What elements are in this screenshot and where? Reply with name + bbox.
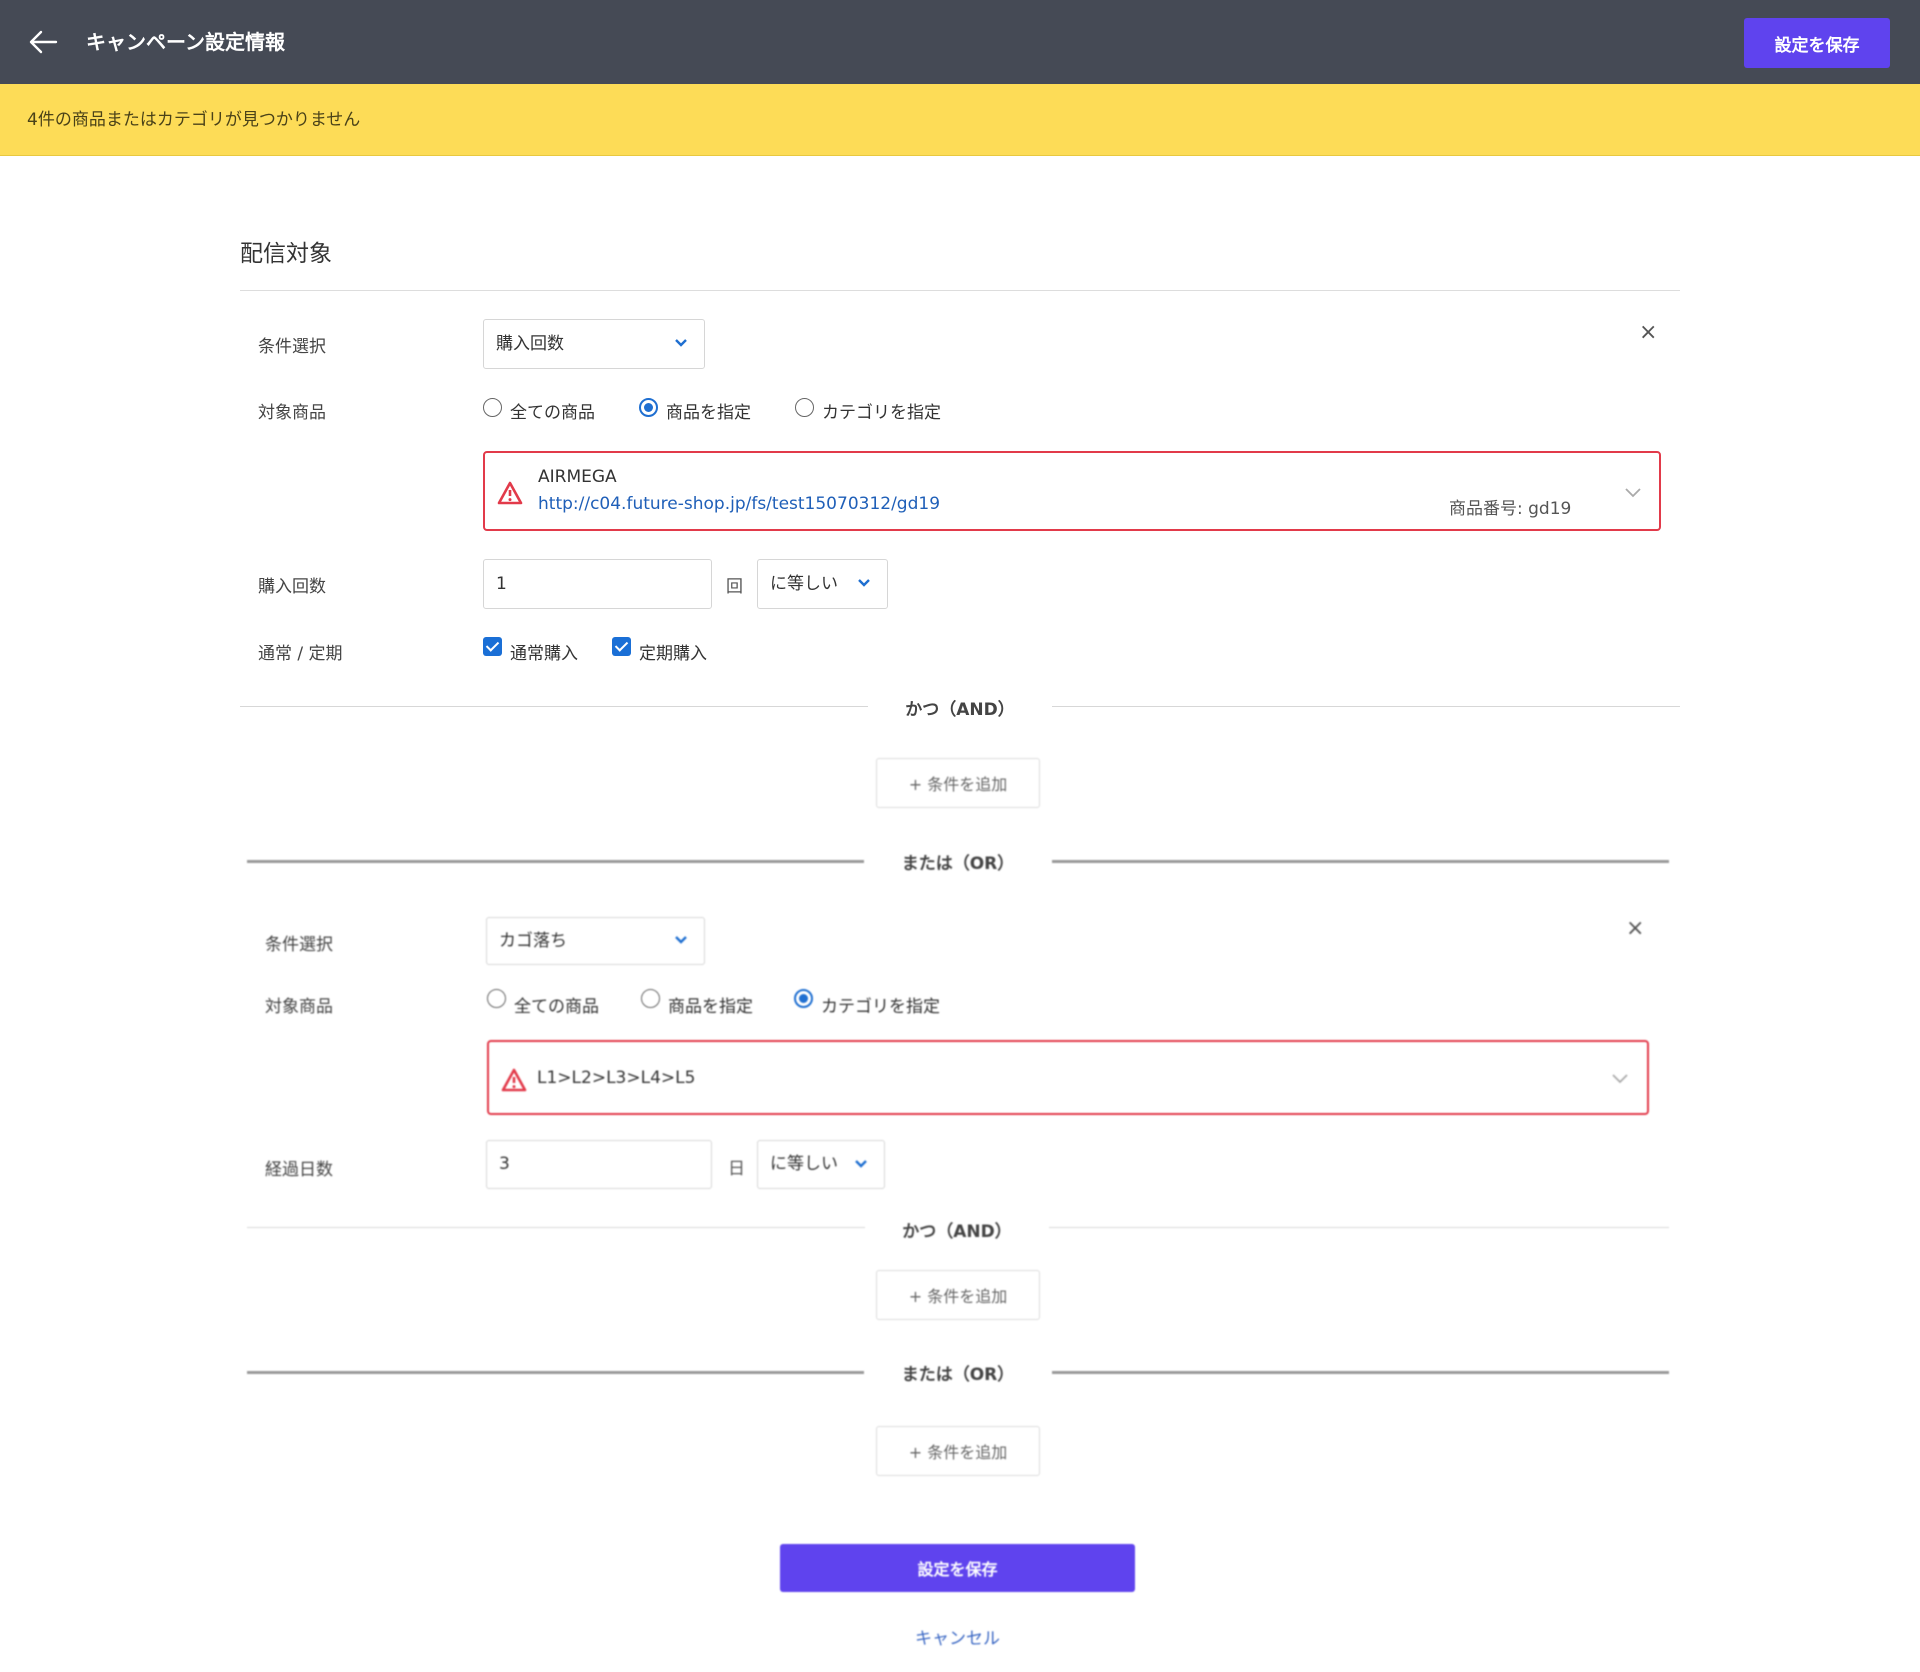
radio-all-products-label: 全ての商品: [514, 997, 599, 1017]
and-divider-left: [240, 706, 868, 707]
target-product-label: 対象商品: [265, 997, 333, 1017]
condition-type-select[interactable]: カゴ落ち: [486, 917, 705, 965]
save-button-bottom[interactable]: 設定を保存: [780, 1544, 1135, 1592]
condition-type-value: 購入回数: [496, 334, 564, 354]
radio-specify-product[interactable]: [639, 398, 658, 417]
warning-banner: 4件の商品またはカテゴリが見つかりません: [0, 84, 1920, 156]
comparator-select[interactable]: に等しい: [757, 559, 888, 609]
count-unit: 回: [726, 577, 743, 597]
product-code: 商品番号: gd19: [1449, 499, 1572, 519]
elapsed-days-input[interactable]: 3: [486, 1140, 712, 1189]
chevron-down-icon: [675, 936, 687, 944]
chevron-down-icon: [858, 579, 870, 587]
radio-specify-category[interactable]: [795, 398, 814, 417]
comparator-value: に等しい: [770, 574, 838, 594]
comparator-value: に等しい: [770, 1154, 838, 1174]
or-connector-label: または（OR）: [901, 1365, 1015, 1385]
or-divider-right: [1052, 860, 1669, 863]
or-divider-right: [1052, 1371, 1669, 1374]
regular-purchase-label: 定期購入: [639, 644, 707, 664]
radio-specify-category-label: カテゴリを指定: [821, 997, 940, 1017]
and-divider-right: [1052, 706, 1680, 707]
section-divider: [240, 290, 1680, 291]
purchase-count-input[interactable]: 1: [483, 559, 712, 609]
or-divider-left: [247, 860, 864, 863]
condition-select-label: 条件選択: [265, 935, 333, 955]
chevron-down-icon[interactable]: [1624, 487, 1642, 499]
add-condition-button[interactable]: + 条件を追加: [876, 758, 1040, 808]
and-connector-label: かつ（AND）: [905, 700, 1015, 720]
radio-specify-product-label: 商品を指定: [668, 997, 753, 1017]
remove-condition-icon[interactable]: ×: [1626, 918, 1644, 940]
condition-type-value: カゴ落ち: [499, 931, 567, 951]
product-url-link[interactable]: http://c04.future-shop.jp/fs/test1507031…: [538, 494, 940, 514]
purchase-count-label: 購入回数: [258, 577, 326, 597]
warning-icon: [501, 1068, 527, 1092]
radio-specify-product-label: 商品を指定: [666, 403, 751, 423]
radio-all-products[interactable]: [487, 989, 506, 1008]
condition-type-select[interactable]: 購入回数: [483, 319, 705, 369]
product-name: AIRMEGA: [538, 467, 617, 487]
and-divider-left: [247, 1227, 865, 1228]
add-condition-button[interactable]: + 条件を追加: [876, 1426, 1040, 1476]
page-title: キャンペーン設定情報: [86, 30, 285, 54]
radio-all-products[interactable]: [483, 398, 502, 417]
chevron-down-icon: [675, 339, 687, 347]
radio-specify-category[interactable]: [794, 989, 813, 1008]
product-select-box[interactable]: AIRMEGA http://c04.future-shop.jp/fs/tes…: [483, 451, 1661, 531]
comparator-select[interactable]: に等しい: [757, 1140, 885, 1189]
or-connector-label: または（OR）: [901, 854, 1015, 874]
category-path: L1>L2>L3>L4>L5: [537, 1068, 696, 1088]
or-divider-left: [247, 1371, 864, 1374]
add-condition-button[interactable]: + 条件を追加: [876, 1270, 1040, 1320]
normal-purchase-checkbox[interactable]: [483, 637, 502, 656]
radio-specify-category-label: カテゴリを指定: [822, 403, 941, 423]
and-connector-label: かつ（AND）: [902, 1222, 1012, 1242]
chevron-down-icon: [855, 1159, 867, 1168]
top-bar: キャンペーン設定情報 設定を保存: [0, 0, 1920, 84]
radio-specify-product[interactable]: [641, 989, 660, 1008]
cancel-link[interactable]: キャンセル: [780, 1624, 1135, 1649]
chevron-down-icon[interactable]: [1611, 1073, 1629, 1085]
normal-regular-label: 通常 / 定期: [258, 644, 343, 664]
back-arrow-icon[interactable]: [26, 24, 62, 60]
condition-select-label: 条件選択: [258, 337, 326, 357]
normal-purchase-label: 通常購入: [510, 644, 578, 664]
regular-purchase-checkbox[interactable]: [612, 637, 631, 656]
save-button[interactable]: 設定を保存: [1744, 18, 1890, 68]
target-product-label: 対象商品: [258, 403, 326, 423]
remove-condition-icon[interactable]: ×: [1639, 322, 1657, 344]
category-select-box[interactable]: L1>L2>L3>L4>L5: [487, 1040, 1649, 1115]
radio-all-products-label: 全ての商品: [510, 403, 595, 423]
elapsed-days-label: 経過日数: [265, 1160, 333, 1180]
warning-icon: [497, 481, 523, 505]
days-unit: 日: [728, 1159, 745, 1179]
section-title: 配信対象: [240, 241, 332, 267]
and-divider-right: [1049, 1227, 1669, 1228]
